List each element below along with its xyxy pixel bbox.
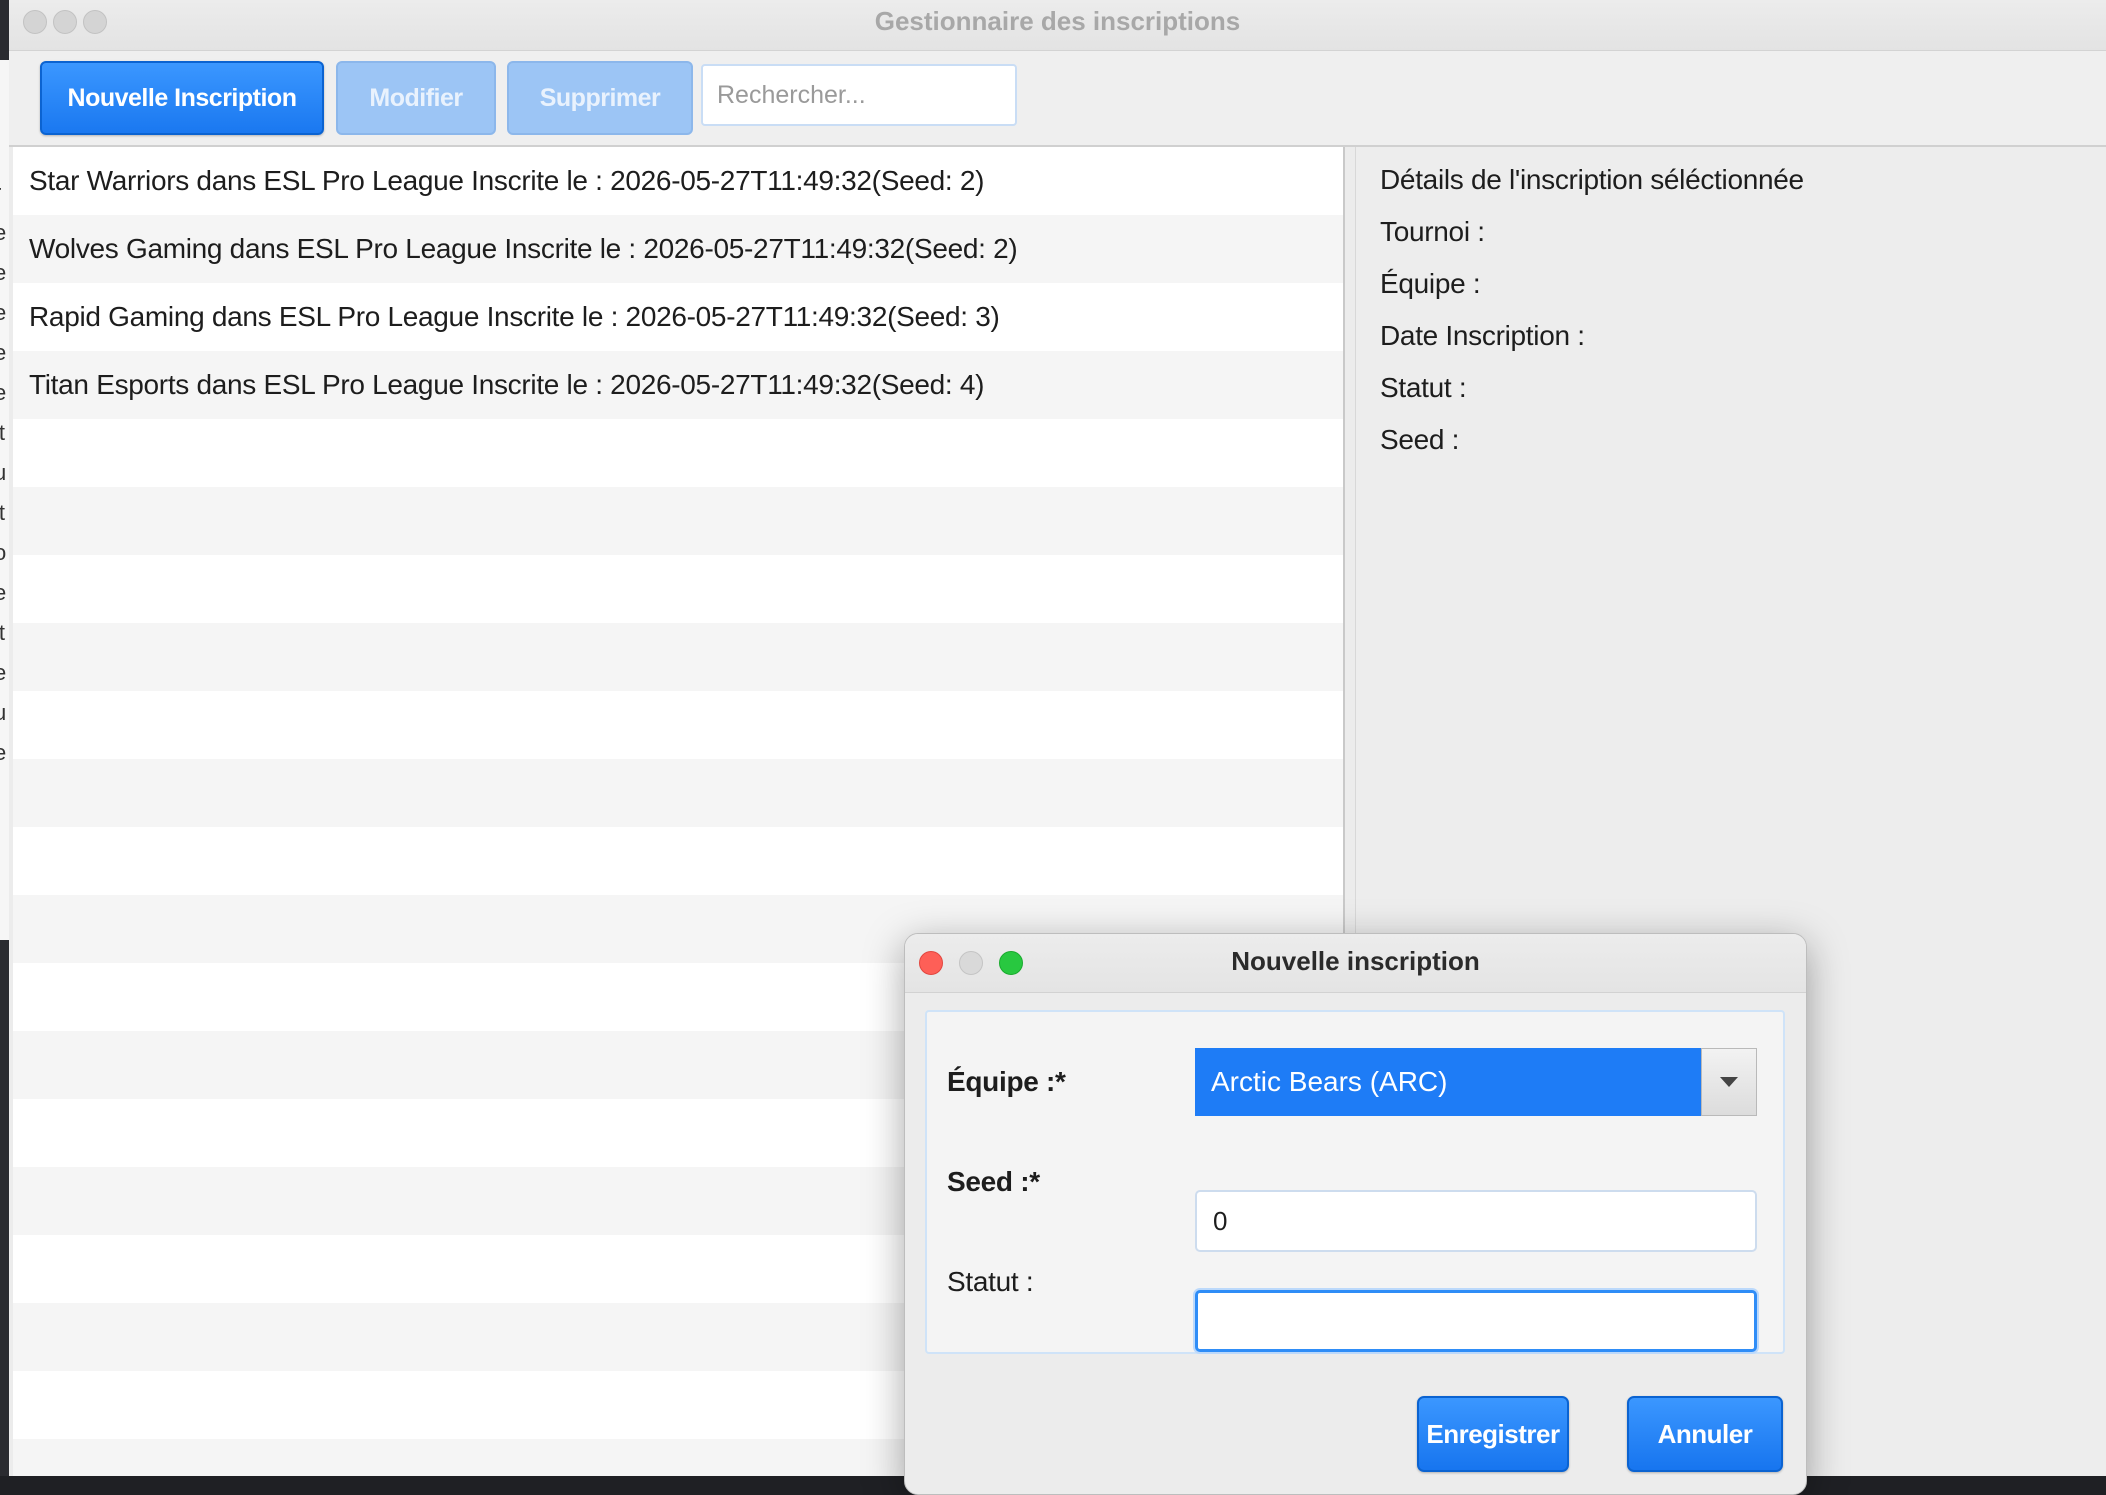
background-char: e (0, 380, 7, 405)
cancel-button[interactable]: Annuler (1627, 1396, 1783, 1472)
statut-input[interactable] (1195, 1290, 1757, 1352)
new-registration-button[interactable]: Nouvelle Inscription (40, 61, 324, 135)
list-item[interactable] (13, 623, 1343, 691)
save-button[interactable]: Enregistrer (1417, 1396, 1569, 1472)
dialog-title: Nouvelle inscription (1231, 946, 1480, 976)
window-title: Gestionnaire des inscriptions (874, 6, 1241, 36)
background-char: e (0, 300, 7, 325)
list-item[interactable]: Star Warriors dans ESL Pro League Inscri… (13, 147, 1343, 215)
details-seed-label: Seed : (1380, 424, 1460, 455)
new-registration-dialog: Nouvelle inscription Équipe :* Arctic Be… (904, 933, 1807, 1495)
background-char: lt (0, 620, 5, 645)
equipe-select-arrow[interactable] (1701, 1048, 1757, 1116)
list-item[interactable] (13, 759, 1343, 827)
list-item[interactable]: Rapid Gaming dans ESL Pro League Inscrit… (13, 283, 1343, 351)
background-char: e (0, 740, 7, 765)
background-char: e (0, 580, 7, 605)
list-item[interactable]: Wolves Gaming dans ESL Pro League Inscri… (13, 215, 1343, 283)
details-date-label: Date Inscription : (1380, 320, 1585, 351)
delete-button[interactable]: Supprimer (507, 61, 693, 135)
background-char: u (0, 460, 7, 485)
list-item[interactable] (13, 827, 1343, 895)
equipe-label: Équipe :* (947, 1066, 1066, 1097)
background-char: r (0, 180, 1, 206)
background-char: e (0, 220, 7, 245)
details-heading: Détails de l'inscription séléctionnée (1380, 164, 1804, 195)
background-char: lt (0, 500, 5, 525)
chevron-down-icon (1720, 1077, 1738, 1087)
list-item[interactable] (13, 419, 1343, 487)
background-char: e (0, 660, 7, 685)
background-app-edge: reeeeeltultoelteue (0, 0, 9, 1476)
background-char: u (0, 700, 7, 725)
background-char: lt (0, 420, 5, 445)
equipe-select-value: Arctic Bears (ARC) (1211, 1066, 1448, 1097)
search-input[interactable] (701, 64, 1017, 126)
list-item[interactable]: Titan Esports dans ESL Pro League Inscri… (13, 351, 1343, 419)
list-item[interactable] (13, 555, 1343, 623)
dialog-titlebar[interactable]: Nouvelle inscription (905, 934, 1806, 993)
details-equipe-label: Équipe : (1380, 268, 1481, 299)
seed-input[interactable] (1195, 1190, 1757, 1252)
equipe-select[interactable]: Arctic Bears (ARC) (1195, 1048, 1757, 1116)
toolbar: Nouvelle Inscription Modifier Supprimer (9, 51, 2106, 147)
details-tournoi-label: Tournoi : (1380, 216, 1485, 247)
edit-button[interactable]: Modifier (336, 61, 496, 135)
window-titlebar[interactable]: Gestionnaire des inscriptions (9, 0, 2106, 51)
seed-label: Seed :* (947, 1166, 1040, 1197)
background-char: e (0, 260, 7, 285)
background-char: e (0, 340, 7, 365)
form-panel: Équipe :* Arctic Bears (ARC) Seed :* Sta… (925, 1010, 1785, 1354)
background-app-text: reeeeeltultoelteue (0, 60, 9, 940)
details-statut-label: Statut : (1380, 372, 1467, 403)
background-char: o (0, 540, 7, 565)
list-item[interactable] (13, 487, 1343, 555)
statut-label: Statut : (947, 1266, 1034, 1297)
list-item[interactable] (13, 691, 1343, 759)
